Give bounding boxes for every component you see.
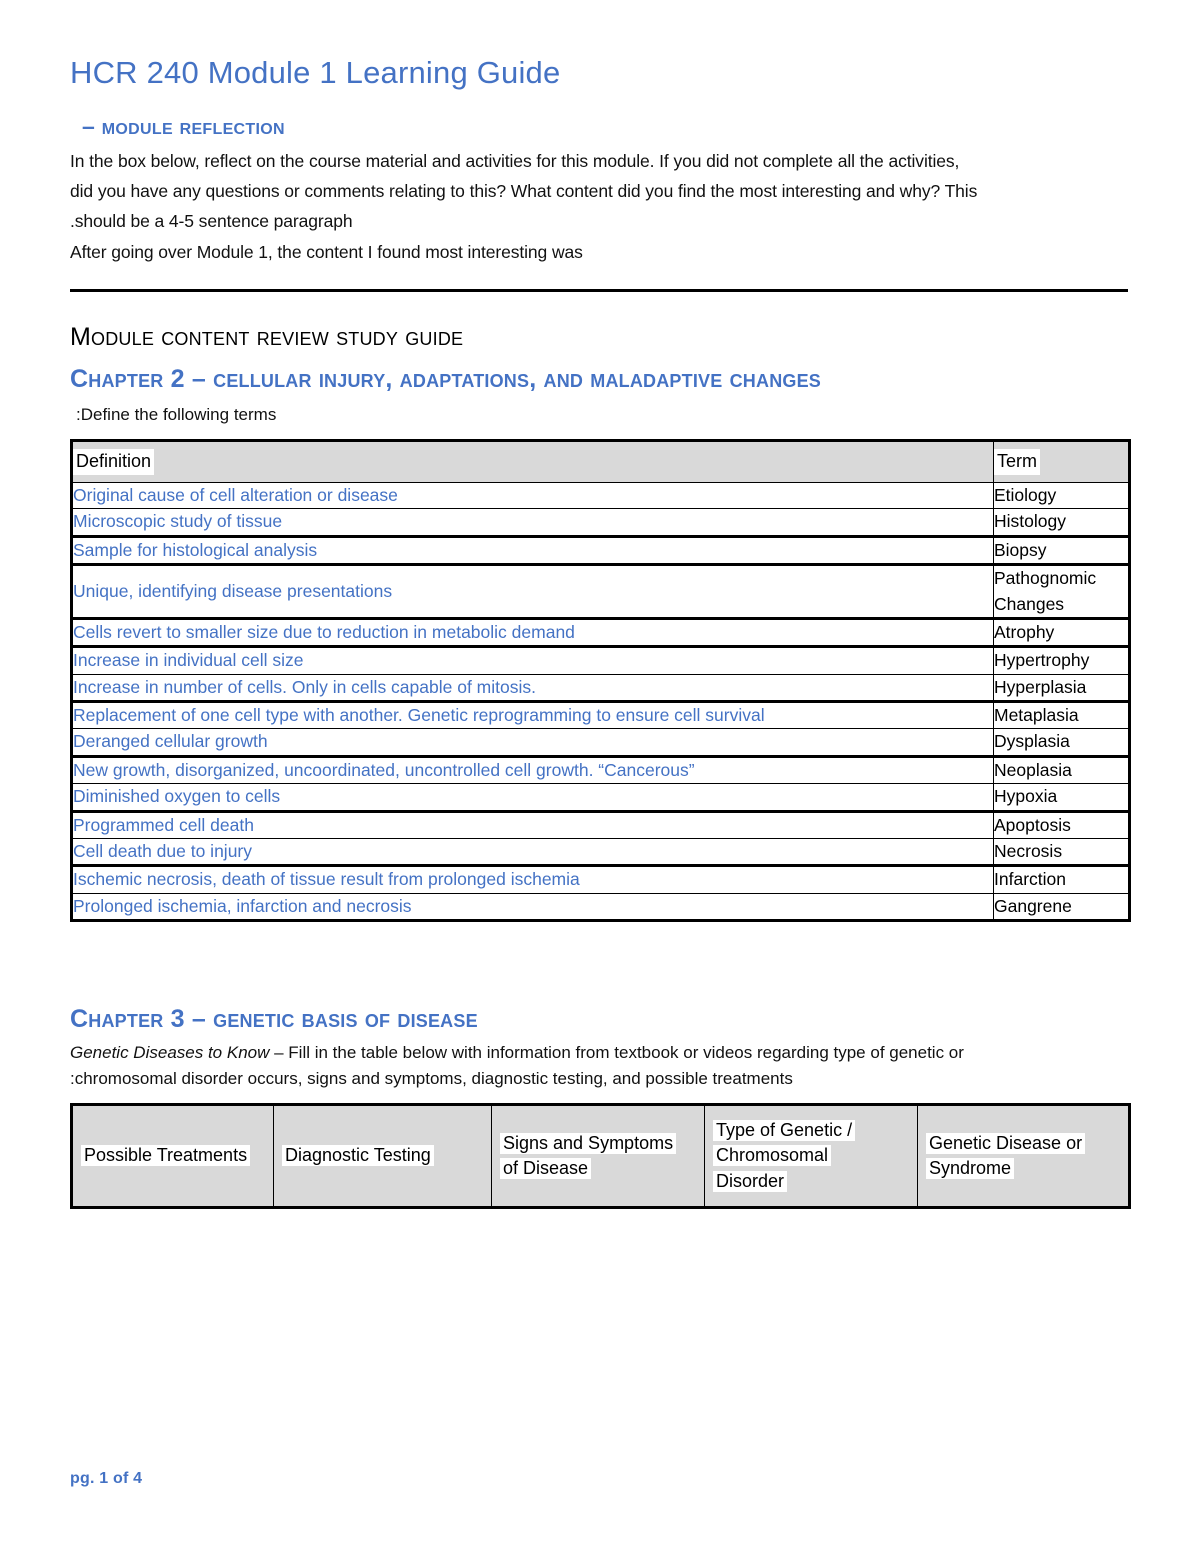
chapter-3-heading: Chapter 3 – Genetic Basis of Disease: [70, 1005, 478, 1034]
chapter-2-instruction: :Define the following terms: [76, 404, 277, 424]
definition-cell[interactable]: Replacement of one cell type with anothe…: [71, 700, 994, 730]
study-guide-heading: Module Content Review Study Guide: [70, 322, 464, 351]
page-title: HCR 240 Module 1 Learning Guide: [70, 55, 561, 90]
table-row[interactable]: Unique, identifying disease presentation…: [71, 563, 1130, 619]
table-row[interactable]: Microscopic study of tissue Histology: [71, 508, 1130, 537]
term-cell: Hyperplasia: [993, 673, 1130, 703]
definition-cell[interactable]: Increase in number of cells. Only in cel…: [71, 673, 994, 703]
term-cell: Biopsy: [993, 534, 1130, 566]
term-cell: Histology: [993, 508, 1130, 537]
term-cell: Infarction: [993, 864, 1130, 894]
chapter-3-instruction-line-2: :chromosomal disorder occurs, signs and …: [70, 1068, 793, 1088]
column-header-term: Term: [993, 440, 1130, 484]
term-cell: Gangrene: [993, 892, 1130, 922]
table-row[interactable]: Programmed cell death Apoptosis: [71, 809, 1130, 839]
term-cell: Pathognomic Changes: [993, 563, 1130, 619]
term-cell: Metaplasia: [993, 700, 1130, 730]
chapter-3-instruction-rest: – Fill in the table below with informati…: [269, 1043, 964, 1063]
column-header-signs-and-symptoms: Signs and Symptoms of Disease: [491, 1104, 705, 1209]
definition-cell[interactable]: Prolonged ischemia, infarction and necro…: [71, 892, 994, 922]
definition-cell[interactable]: Deranged cellular growth: [71, 728, 994, 757]
definition-cell[interactable]: Microscopic study of tissue: [71, 508, 994, 537]
definition-cell[interactable]: Increase in individual cell size: [71, 645, 994, 675]
table-header-row: Possible Treatments Diagnostic Testing S…: [71, 1104, 1130, 1209]
term-cell: Hypertrophy: [993, 645, 1130, 675]
definitions-table: Definition Term Original cause of cell a…: [70, 439, 1131, 923]
column-header-genetic-disease-or-syndrome: Genetic Disease or Syndrome: [917, 1104, 1130, 1209]
genetic-diseases-table: Possible Treatments Diagnostic Testing S…: [70, 1103, 1131, 1210]
table-row[interactable]: Cell death due to injury Necrosis: [71, 837, 1130, 867]
definition-cell[interactable]: Cells revert to smaller size due to redu…: [71, 616, 994, 648]
term-cell: Apoptosis: [993, 809, 1130, 839]
term-cell: Necrosis: [993, 837, 1130, 867]
table-row[interactable]: Deranged cellular growth Dysplasia: [71, 728, 1130, 757]
prompt-line-3: .should be a 4-5 sentence paragraph: [70, 211, 353, 232]
reflection-response-text[interactable]: After going over Module 1, the content I…: [70, 237, 1130, 267]
definition-cell[interactable]: Original cause of cell alteration or dis…: [71, 482, 994, 510]
definition-cell[interactable]: Diminished oxygen to cells: [71, 783, 994, 812]
document-page: HCR 240 Module 1 Learning Guide – Module…: [0, 0, 1200, 1553]
table-row[interactable]: Replacement of one cell type with anothe…: [71, 700, 1130, 730]
chapter-2-heading: Chapter 2 – Cellular Injury, Adaptations…: [70, 364, 822, 393]
module-reflection-prompt: In the box below, reflect on the course …: [70, 140, 1130, 266]
table-row[interactable]: Original cause of cell alteration or dis…: [71, 482, 1130, 510]
table-header-row: Definition Term: [71, 440, 1130, 484]
page-footer: pg. 1 of 4: [70, 1470, 143, 1487]
column-header-diagnostic-testing: Diagnostic Testing: [273, 1104, 492, 1209]
table-row[interactable]: Ischemic necrosis, death of tissue resul…: [71, 864, 1130, 894]
table-row[interactable]: Prolonged ischemia, infarction and necro…: [71, 892, 1130, 922]
definition-cell[interactable]: Cell death due to injury: [71, 837, 994, 867]
table-row[interactable]: Diminished oxygen to cells Hypoxia: [71, 783, 1130, 812]
term-cell: Neoplasia: [993, 754, 1130, 785]
term-cell: Etiology: [993, 482, 1130, 510]
column-header-definition: Definition: [71, 440, 994, 484]
table-row[interactable]: Cells revert to smaller size due to redu…: [71, 616, 1130, 648]
module-reflection-heading: – Module Reflection: [82, 112, 285, 139]
term-cell: Atrophy: [993, 616, 1130, 648]
table-row[interactable]: Sample for histological analysis Biopsy: [71, 534, 1130, 566]
prompt-line-1: In the box below, reflect on the course …: [70, 151, 960, 172]
definition-cell[interactable]: New growth, disorganized, uncoordinated,…: [71, 754, 994, 785]
definition-cell[interactable]: Sample for histological analysis: [71, 534, 994, 566]
definition-cell[interactable]: Programmed cell death: [71, 809, 994, 839]
definition-cell[interactable]: Ischemic necrosis, death of tissue resul…: [71, 864, 994, 894]
term-cell: Dysplasia: [993, 728, 1130, 757]
definition-cell[interactable]: Unique, identifying disease presentation…: [71, 563, 994, 619]
prompt-line-2: did you have any questions or comments r…: [70, 181, 978, 202]
column-header-type-of-disorder: Type of Genetic / Chromosomal Disorder: [704, 1104, 918, 1209]
column-header-possible-treatments: Possible Treatments: [71, 1104, 274, 1209]
document-content: HCR 240 Module 1 Learning Guide – Module…: [70, 0, 1131, 1210]
chapter-3-instruction: Genetic Diseases to Know – Fill in the t…: [70, 1034, 1130, 1091]
chapter-3-instruction-emphasis: Genetic Diseases to Know: [70, 1043, 270, 1063]
table-row[interactable]: New growth, disorganized, uncoordinated,…: [71, 754, 1130, 785]
table-row[interactable]: Increase in number of cells. Only in cel…: [71, 673, 1130, 703]
table-row[interactable]: Increase in individual cell size Hypertr…: [71, 645, 1130, 675]
section-divider-rule: [70, 288, 1128, 292]
term-cell: Hypoxia: [993, 783, 1130, 812]
